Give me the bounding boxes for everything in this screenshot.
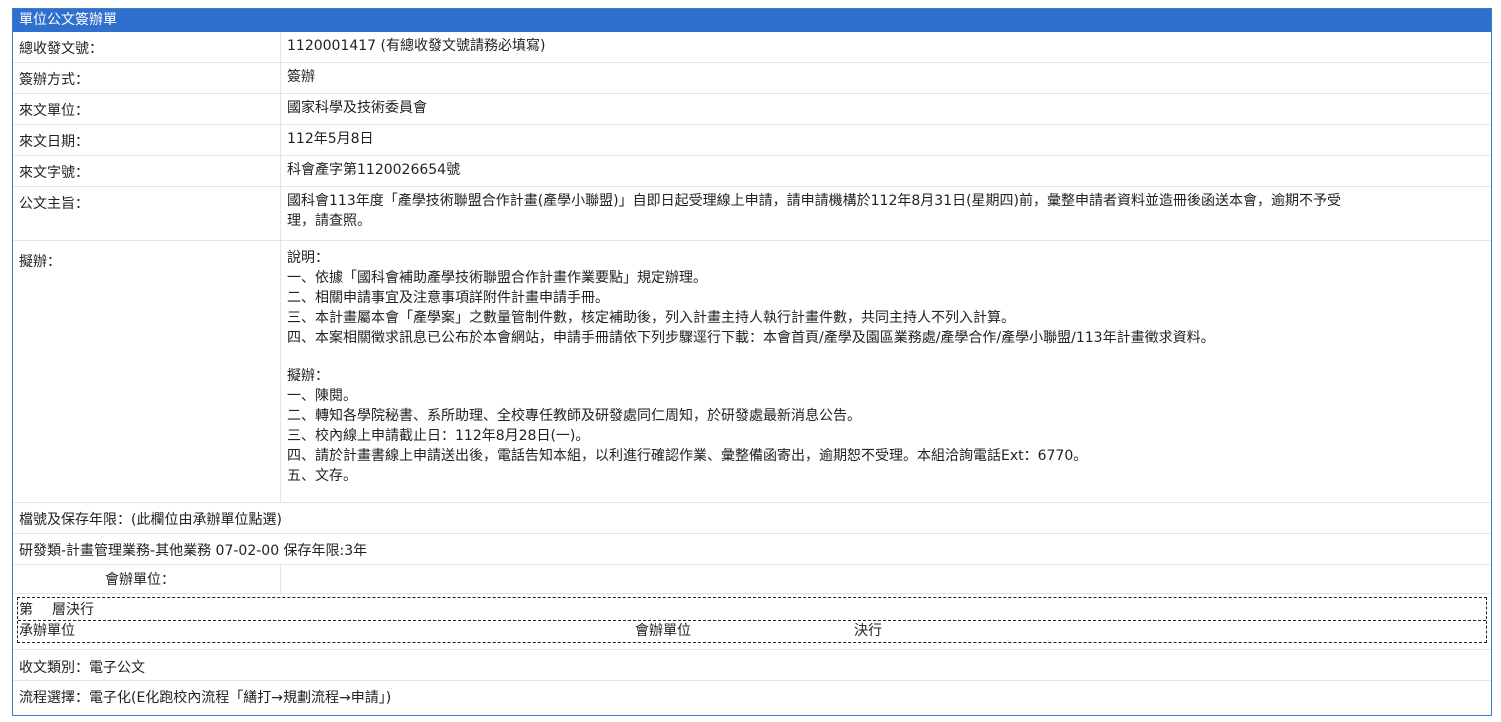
explain-line: 三、本計畫屬本會「產學案」之數量管制件數，核定補助後，列入計畫主持人執行計畫件數… (287, 310, 1015, 326)
form-title: 單位公文簽辦單 (13, 9, 1491, 32)
subject-value: 國科會113年度「產學技術聯盟合作計畫(產學小聯盟)」自即日起受理線上申請，請申… (281, 187, 1491, 240)
receipt-number-label: 總收發文號： (13, 32, 281, 62)
explain-line: 二、相關申請事宜及注意事項詳附件計畫申請手冊。 (287, 290, 609, 306)
cosign-row: 會辦單位： (13, 565, 1491, 594)
flow-row: 流程選擇：電子化(E化跑校內流程「繕打→規劃流程→申請」) (13, 681, 1491, 712)
field-row-proposal: 擬辦： 說明： 一、依據「國科會補助產學技術聯盟合作計畫作業要點」規定辦理。 二… (13, 241, 1491, 503)
decide-label: 決行 (854, 623, 882, 639)
signoff-form: 單位公文簽辦單 總收發文號： 1120001417 (有總收發文號請務必填寫) … (12, 8, 1492, 716)
plan-line: 三、校內線上申請截止日：112年8月28日(一)。 (287, 428, 590, 444)
subject-line: 國科會113年度「產學技術聯盟合作計畫(產學小聯盟)」自即日起受理線上申請，請申… (287, 193, 1342, 209)
explain-line: 一、依據「國科會補助產學技術聯盟合作計畫作業要點」規定辦理。 (287, 270, 707, 286)
subject-line: 理，請查照。 (287, 213, 371, 229)
archive-label: 檔號及保存年限：(此欄位由承辦單位點選) (19, 512, 282, 528)
field-row-receipt-number: 總收發文號： 1120001417 (有總收發文號請務必填寫) (13, 32, 1491, 63)
decision-level-prefix: 第 (19, 602, 33, 618)
source-unit-value: 國家科學及技術委員會 (287, 100, 427, 116)
archive-label-row: 檔號及保存年限：(此欄位由承辦單位點選) (13, 503, 1491, 534)
source-date-label: 來文日期： (13, 125, 281, 155)
plan-line: 一、陳閱。 (287, 388, 357, 404)
flow-choice: 流程選擇：電子化(E化跑校內流程「繕打→規劃流程→申請」) (19, 690, 392, 706)
plan-line: 五、文存。 (287, 468, 357, 484)
proposal-value: 說明： 一、依據「國科會補助產學技術聯盟合作計畫作業要點」規定辦理。 二、相關申… (281, 241, 1491, 502)
cosign-unit-label: 會辦單位 (635, 623, 691, 639)
source-date-value: 112年5月8日 (287, 131, 374, 147)
field-row-sign-method: 簽辦方式： 簽辦 (13, 63, 1491, 94)
handling-unit-label: 承辦單位 (19, 623, 75, 639)
decision-box: 第 層決行 承辦單位 會辦單位 決行 (17, 597, 1487, 643)
cosign-label: 會辦單位： (13, 565, 281, 593)
field-row-source-date: 來文日期： 112年5月8日 (13, 125, 1491, 156)
archive-value-row: 研發類-計畫管理業務-其他業務 07-02-00 保存年限:3年 (13, 534, 1491, 565)
field-row-subject: 公文主旨： 國科會113年度「產學技術聯盟合作計畫(產學小聯盟)」自即日起受理線… (13, 187, 1491, 241)
decision-units-row: 承辦單位 會辦單位 決行 (18, 622, 1486, 641)
decision-level-row: 第 層決行 (18, 601, 1486, 621)
archive-value: 研發類-計畫管理業務-其他業務 07-02-00 保存年限:3年 (19, 543, 368, 559)
decision-level-suffix: 層決行 (52, 602, 94, 618)
source-ref-value: 科會產字第1120026654號 (287, 162, 461, 178)
doc-type-row: 收文類別：電子公文 (13, 649, 1491, 681)
sign-method-label: 簽辦方式： (13, 63, 281, 93)
source-unit-label: 來文單位： (13, 94, 281, 124)
subject-label: 公文主旨： (13, 187, 281, 240)
explain-line: 四、本案相關徵求訊息已公布於本會網站，申請手冊請依下列步驟逕行下載：本會首頁/產… (287, 330, 1215, 346)
explain-line: 說明： (287, 250, 329, 266)
cosign-value (281, 565, 1491, 593)
doc-type: 收文類別：電子公文 (19, 660, 145, 676)
plan-line: 四、請於計畫書線上申請送出後，電話告知本組，以利進行確認作業、彙整備函寄出，逾期… (287, 448, 1088, 464)
proposal-label: 擬辦： (13, 241, 281, 502)
receipt-number-value: 1120001417 (有總收發文號請務必填寫) (287, 38, 546, 54)
source-ref-label: 來文字號： (13, 156, 281, 186)
field-row-source-ref: 來文字號： 科會產字第1120026654號 (13, 156, 1491, 187)
field-row-source-unit: 來文單位： 國家科學及技術委員會 (13, 94, 1491, 125)
plan-line: 二、轉知各學院秘書、系所助理、全校專任教師及研發處同仁周知，於研發處最新消息公告… (287, 408, 861, 424)
sign-method-value: 簽辦 (287, 69, 315, 85)
plan-line: 擬辦： (287, 368, 329, 384)
